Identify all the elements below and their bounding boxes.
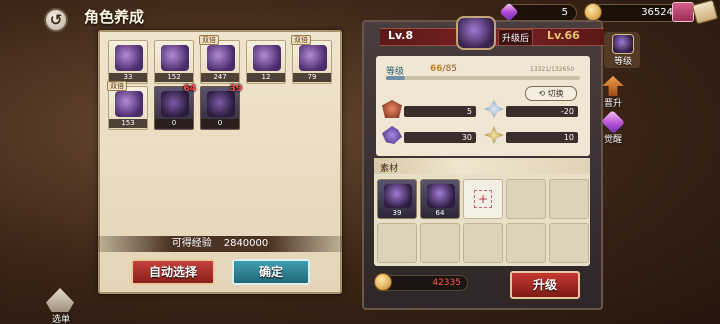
material-slot[interactable]: 12 xyxy=(246,40,286,84)
scroll-icon[interactable] xyxy=(691,0,719,25)
selected-material-slot[interactable]: 64 xyxy=(420,179,460,219)
empty-material-slot[interactable] xyxy=(463,223,503,263)
material-slot[interactable]: 64 0 xyxy=(154,84,196,130)
speed-stat-value: -20 xyxy=(506,106,578,117)
gift-icon[interactable] xyxy=(672,2,694,22)
exp-potion-icon xyxy=(299,45,327,71)
attack-stat-value: 5 xyxy=(404,106,476,117)
exp-progress-fill xyxy=(386,76,406,80)
upgrade-button[interactable]: 升级 xyxy=(510,271,580,299)
auto-select-button[interactable]: 自动选择 xyxy=(131,259,215,285)
gold-counter: 36524 xyxy=(590,4,682,22)
material-qty: 247 xyxy=(201,73,239,82)
material-slot[interactable]: 39 0 xyxy=(200,84,242,130)
back-arrow-icon: ↺ xyxy=(49,11,63,29)
menu-icon[interactable] xyxy=(46,288,74,312)
exp-potion-icon xyxy=(115,45,143,71)
material-label: 素材 xyxy=(380,164,399,174)
level-tab-icon xyxy=(612,34,634,54)
switch-button[interactable]: ⟲ 切换 xyxy=(525,86,577,101)
material-slot[interactable]: 33 xyxy=(108,40,148,84)
material-qty: 153 xyxy=(109,119,147,128)
menu-label: 选单 xyxy=(52,315,71,324)
exp-gain-label: 可得经验 xyxy=(171,238,212,249)
empty-material-slot[interactable] xyxy=(377,223,417,263)
empty-material-slot[interactable] xyxy=(420,223,460,263)
exp-jar-icon xyxy=(384,184,412,208)
exp-potion-icon xyxy=(161,45,189,71)
material-qty: 0 xyxy=(155,119,193,128)
material-qty: 79 xyxy=(293,73,331,82)
exp-potion-icon xyxy=(115,91,143,117)
promote-arrow-icon xyxy=(602,76,624,96)
grade-max: /85 xyxy=(442,64,458,74)
material-slot[interactable]: 152 xyxy=(154,40,194,84)
exp-gain-bar: 可得经验 2840000 xyxy=(98,236,342,252)
tab-promote-label: 晋升 xyxy=(603,99,622,109)
selected-count-badge: 39 xyxy=(229,84,242,94)
double-tag: 双倍 xyxy=(199,35,219,45)
material-qty: 152 xyxy=(155,73,193,82)
empty-material-slot[interactable] xyxy=(549,223,589,263)
character-portrait xyxy=(456,16,496,50)
exp-count: 13321/132650 xyxy=(530,66,575,73)
tab-awaken[interactable]: 觉醒 xyxy=(598,110,628,145)
material-slot[interactable]: 双倍 153 xyxy=(107,81,148,130)
magic-stat-value: 30 xyxy=(404,132,476,143)
confirm-button[interactable]: 确定 xyxy=(232,259,310,285)
exp-gain-value: 2840000 xyxy=(223,238,269,249)
gold-coin-icon xyxy=(584,3,602,21)
slot-qty: 64 xyxy=(435,209,445,217)
empty-material-slot[interactable] xyxy=(506,179,546,219)
exp-potion-icon xyxy=(253,45,281,71)
material-slot[interactable]: 双倍 79 xyxy=(291,35,332,84)
exp-potion-icon xyxy=(207,45,235,71)
empty-material-slot[interactable] xyxy=(506,223,546,263)
selected-count-badge: 64 xyxy=(183,84,196,94)
material-qty: 0 xyxy=(201,119,239,128)
material-header xyxy=(374,158,590,174)
awaken-crystal-icon xyxy=(601,110,625,134)
switch-label: 切换 xyxy=(547,89,564,98)
exp-progress-bar xyxy=(386,76,580,80)
tab-promote[interactable]: 晋升 xyxy=(598,76,628,109)
tab-level-label: 等级 xyxy=(613,57,632,67)
grade-value: 66/85 xyxy=(430,64,457,74)
material-slot[interactable]: 双倍 247 xyxy=(199,35,240,84)
tab-level[interactable]: 等级 xyxy=(608,34,638,67)
exp-jar-icon xyxy=(207,91,235,117)
double-tag: 双倍 xyxy=(107,81,127,91)
level-after-label: 升级后 xyxy=(498,29,534,46)
material-qty: 12 xyxy=(247,73,285,82)
plus-icon: + xyxy=(474,190,492,208)
resist-stat-value: 10 xyxy=(506,132,578,143)
gold-coin-icon xyxy=(374,273,392,291)
double-tag: 双倍 xyxy=(291,35,311,45)
level-after: Lv.66 xyxy=(547,29,580,42)
tab-awaken-label: 觉醒 xyxy=(603,135,622,145)
level-before: Lv.8 xyxy=(388,29,414,42)
page-title: 角色养成 xyxy=(84,8,145,26)
slot-qty: 39 xyxy=(392,209,402,217)
add-material-slot[interactable]: + xyxy=(463,179,503,219)
empty-material-slot[interactable] xyxy=(549,179,589,219)
selected-material-slot[interactable]: 39 xyxy=(377,179,417,219)
back-button[interactable]: ↺ xyxy=(44,8,68,32)
exp-jar-icon xyxy=(427,184,455,208)
grade-current: 66 xyxy=(430,64,443,74)
exp-jar-icon xyxy=(161,91,189,117)
